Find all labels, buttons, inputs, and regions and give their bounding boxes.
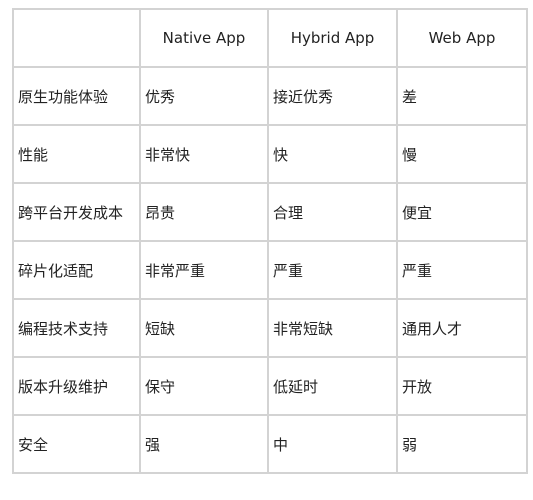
- table-cell: 严重: [267, 240, 398, 300]
- table-cell: 非常严重: [139, 240, 269, 300]
- table-row: 碎片化适配 非常严重 严重 严重: [12, 240, 528, 300]
- table-cell: 低延时: [267, 356, 398, 416]
- table-row: 编程技术支持 短缺 非常短缺 通用人才: [12, 298, 528, 358]
- row-label: 编程技术支持: [12, 298, 141, 358]
- corner-cell: [12, 8, 141, 68]
- table-cell: 非常快: [139, 124, 269, 184]
- table-cell: 便宜: [396, 182, 528, 242]
- table-cell: 强: [139, 414, 269, 474]
- table-row: 跨平台开发成本 昂贵 合理 便宜: [12, 182, 528, 242]
- column-header-hybrid-app: Hybrid App: [267, 8, 398, 68]
- table-row: 版本升级维护 保守 低延时 开放: [12, 356, 528, 416]
- table-row: 性能 非常快 快 慢: [12, 124, 528, 184]
- comparison-table: Native App Hybrid App Web App 原生功能体验 优秀 …: [12, 8, 528, 474]
- table-cell: 昂贵: [139, 182, 269, 242]
- table-cell: 非常短缺: [267, 298, 398, 358]
- table-cell: 严重: [396, 240, 528, 300]
- table-cell: 短缺: [139, 298, 269, 358]
- table-cell: 弱: [396, 414, 528, 474]
- row-label: 碎片化适配: [12, 240, 141, 300]
- table-cell: 中: [267, 414, 398, 474]
- table-cell: 慢: [396, 124, 528, 184]
- table-cell: 接近优秀: [267, 66, 398, 126]
- table-cell: 通用人才: [396, 298, 528, 358]
- column-header-web-app: Web App: [396, 8, 528, 68]
- column-header-native-app: Native App: [139, 8, 269, 68]
- row-label: 安全: [12, 414, 141, 474]
- table-cell: 差: [396, 66, 528, 126]
- table-cell: 优秀: [139, 66, 269, 126]
- header-row: Native App Hybrid App Web App: [12, 8, 528, 68]
- table-cell: 合理: [267, 182, 398, 242]
- table-row: 原生功能体验 优秀 接近优秀 差: [12, 66, 528, 126]
- row-label: 性能: [12, 124, 141, 184]
- table-cell: 快: [267, 124, 398, 184]
- row-label: 原生功能体验: [12, 66, 141, 126]
- row-label: 跨平台开发成本: [12, 182, 141, 242]
- table-cell: 开放: [396, 356, 528, 416]
- row-label: 版本升级维护: [12, 356, 141, 416]
- table-cell: 保守: [139, 356, 269, 416]
- table-row: 安全 强 中 弱: [12, 414, 528, 474]
